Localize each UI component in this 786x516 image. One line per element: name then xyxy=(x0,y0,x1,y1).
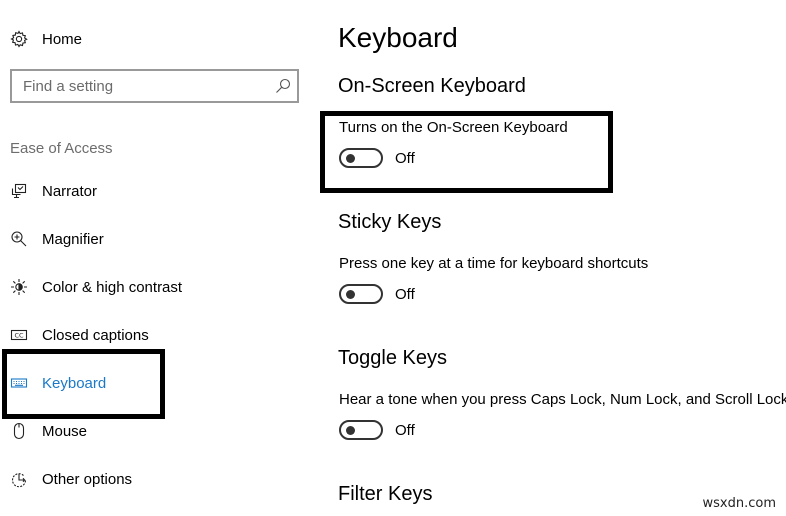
toggle-state-label: Off xyxy=(395,285,415,303)
sidebar-item-label: Color & high contrast xyxy=(42,278,183,296)
toggle-keys-toggle-row: Off xyxy=(339,419,415,441)
sidebar-item-closed-captions[interactable]: CC Closed captions xyxy=(10,324,250,346)
home-label: Home xyxy=(42,30,83,48)
sidebar-item-keyboard[interactable]: Keyboard xyxy=(10,372,250,394)
magnifier-icon xyxy=(10,230,28,248)
sticky-keys-toggle[interactable] xyxy=(339,284,383,304)
sticky-keys-description: Press one key at a time for keyboard sho… xyxy=(339,255,649,272)
on-screen-keyboard-toggle[interactable] xyxy=(339,148,383,168)
svg-text:CC: CC xyxy=(14,332,24,340)
timer-icon xyxy=(10,470,28,488)
narrator-icon xyxy=(10,182,28,200)
sidebar-item-narrator[interactable]: Narrator xyxy=(10,180,250,202)
sidebar-item-other-options[interactable]: Other options xyxy=(10,468,250,490)
section-title-sticky-keys: Sticky Keys xyxy=(338,211,442,233)
closed-captions-icon: CC xyxy=(10,326,28,344)
sidebar-item-mouse[interactable]: Mouse xyxy=(10,420,250,442)
section-title-on-screen-keyboard: On-Screen Keyboard xyxy=(338,75,526,97)
sidebar-item-label: Narrator xyxy=(42,182,98,200)
toggle-keys-toggle[interactable] xyxy=(339,420,383,440)
on-screen-keyboard-toggle-row: Off xyxy=(339,147,415,169)
sidebar-item-label: Magnifier xyxy=(42,230,104,248)
search-box[interactable] xyxy=(10,69,299,103)
gear-icon xyxy=(10,30,28,48)
page-title: Keyboard xyxy=(338,22,458,53)
brightness-icon xyxy=(10,278,28,296)
sidebar-item-label: Other options xyxy=(42,470,133,488)
section-title-filter-keys: Filter Keys xyxy=(338,483,433,505)
toggle-knob xyxy=(346,290,355,299)
watermark: wsxdn.com xyxy=(702,496,777,511)
on-screen-keyboard-description: Turns on the On-Screen Keyboard xyxy=(339,119,568,136)
home-link[interactable]: Home xyxy=(10,28,82,50)
sidebar-item-label: Mouse xyxy=(42,422,88,440)
sidebar-item-label: Keyboard xyxy=(42,374,107,392)
toggle-state-label: Off xyxy=(395,149,415,167)
sticky-keys-toggle-row: Off xyxy=(339,283,415,305)
sidebar-item-label: Closed captions xyxy=(42,326,149,344)
keyboard-icon xyxy=(10,374,28,392)
mouse-icon xyxy=(10,422,28,440)
sidebar-item-magnifier[interactable]: Magnifier xyxy=(10,228,250,250)
toggle-knob xyxy=(346,426,355,435)
toggle-keys-description: Hear a tone when you press Caps Lock, Nu… xyxy=(339,391,786,408)
toggle-knob xyxy=(346,154,355,163)
search-input[interactable] xyxy=(12,71,263,101)
sidebar-item-color-high-contrast[interactable]: Color & high contrast xyxy=(10,276,250,298)
search-icon[interactable] xyxy=(275,78,291,94)
section-label: Ease of Access xyxy=(10,140,113,157)
toggle-state-label: Off xyxy=(395,421,415,439)
section-title-toggle-keys: Toggle Keys xyxy=(338,347,447,369)
